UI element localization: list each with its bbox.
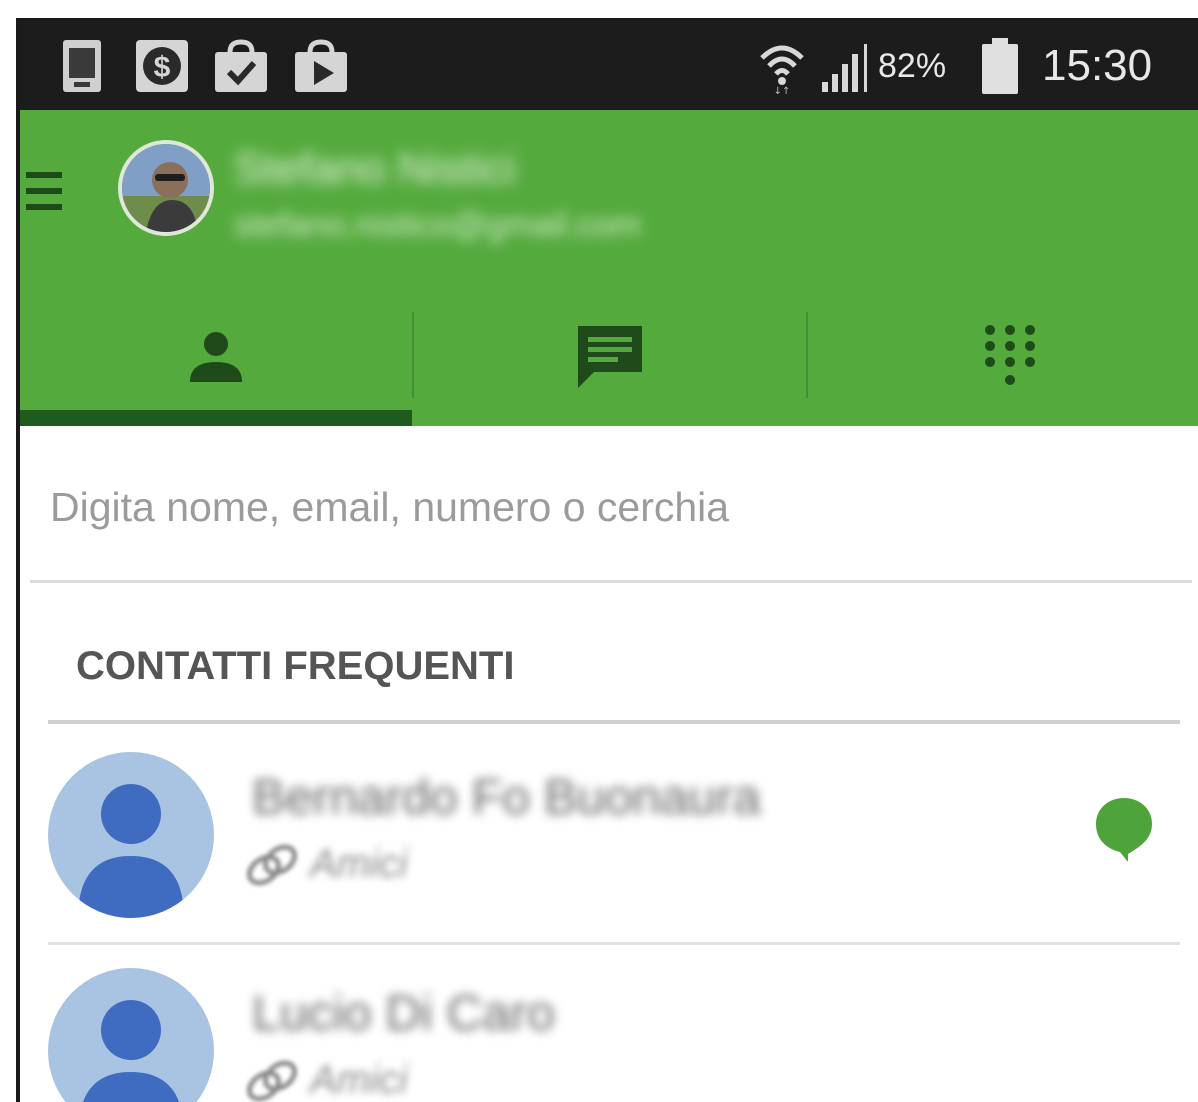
phone-icon [60,38,104,94]
contact-circle: Amici [310,1058,408,1102]
section-header-frequent: CONTATTI FREQUENTI [76,644,515,688]
wifi-icon: ↓↑ [758,40,806,97]
search-input[interactable] [30,462,1130,552]
money-icon: $ [134,38,190,94]
tab-contacts[interactable] [20,284,412,426]
menu-icon[interactable] [26,172,62,212]
contact-name: Lucio Di Caro [252,985,555,1041]
contacts-content: CONTATTI FREQUENTI Bernardo Fo Buonaura … [20,426,1198,1102]
phone-screen: $ ↓↑ 82% 15:30 Stefano Nistici stefano.n… [16,18,1198,1102]
status-bar: $ ↓↑ 82% 15:30 [20,22,1198,110]
contact-name: Bernardo Fo Buonaura [252,769,761,825]
svg-text:↓↑: ↓↑ [774,86,791,94]
contact-avatar [48,752,214,918]
tab-dialpad[interactable] [808,284,1198,426]
signal-icon [820,42,878,98]
list-item[interactable]: Lucio Di Caro Amici [20,940,1198,1102]
clock: 15:30 [1042,41,1153,90]
circle-link-icon [246,1060,298,1102]
user-name: Stefano Nistici [234,144,516,193]
user-email: stefano.nistico@gmail.com [234,206,641,244]
chat-bubble-icon [578,326,642,388]
shopping-bag-check-icon [212,38,270,94]
contact-circle: Amici [310,842,408,886]
play-store-bag-icon [292,38,350,94]
svg-text:$: $ [154,51,171,84]
user-avatar[interactable] [118,140,214,236]
default-person-icon [78,784,184,918]
circle-link-icon [246,844,298,886]
tab-selected-indicator [20,410,412,426]
hangout-icon[interactable] [1094,796,1154,864]
list-item[interactable]: Bernardo Fo Buonaura Amici [20,724,1198,938]
battery-percent: 82% [878,47,947,85]
app-header: Stefano Nistici stefano.nistico@gmail.co… [20,110,1198,426]
tab-messages[interactable] [414,284,806,426]
search-underline [30,580,1192,583]
person-icon [190,332,242,382]
dialpad-icon [985,325,1035,385]
tab-bar [20,284,1198,426]
contact-avatar [48,968,214,1102]
battery-icon [980,36,1020,94]
default-person-icon [83,1000,179,1102]
